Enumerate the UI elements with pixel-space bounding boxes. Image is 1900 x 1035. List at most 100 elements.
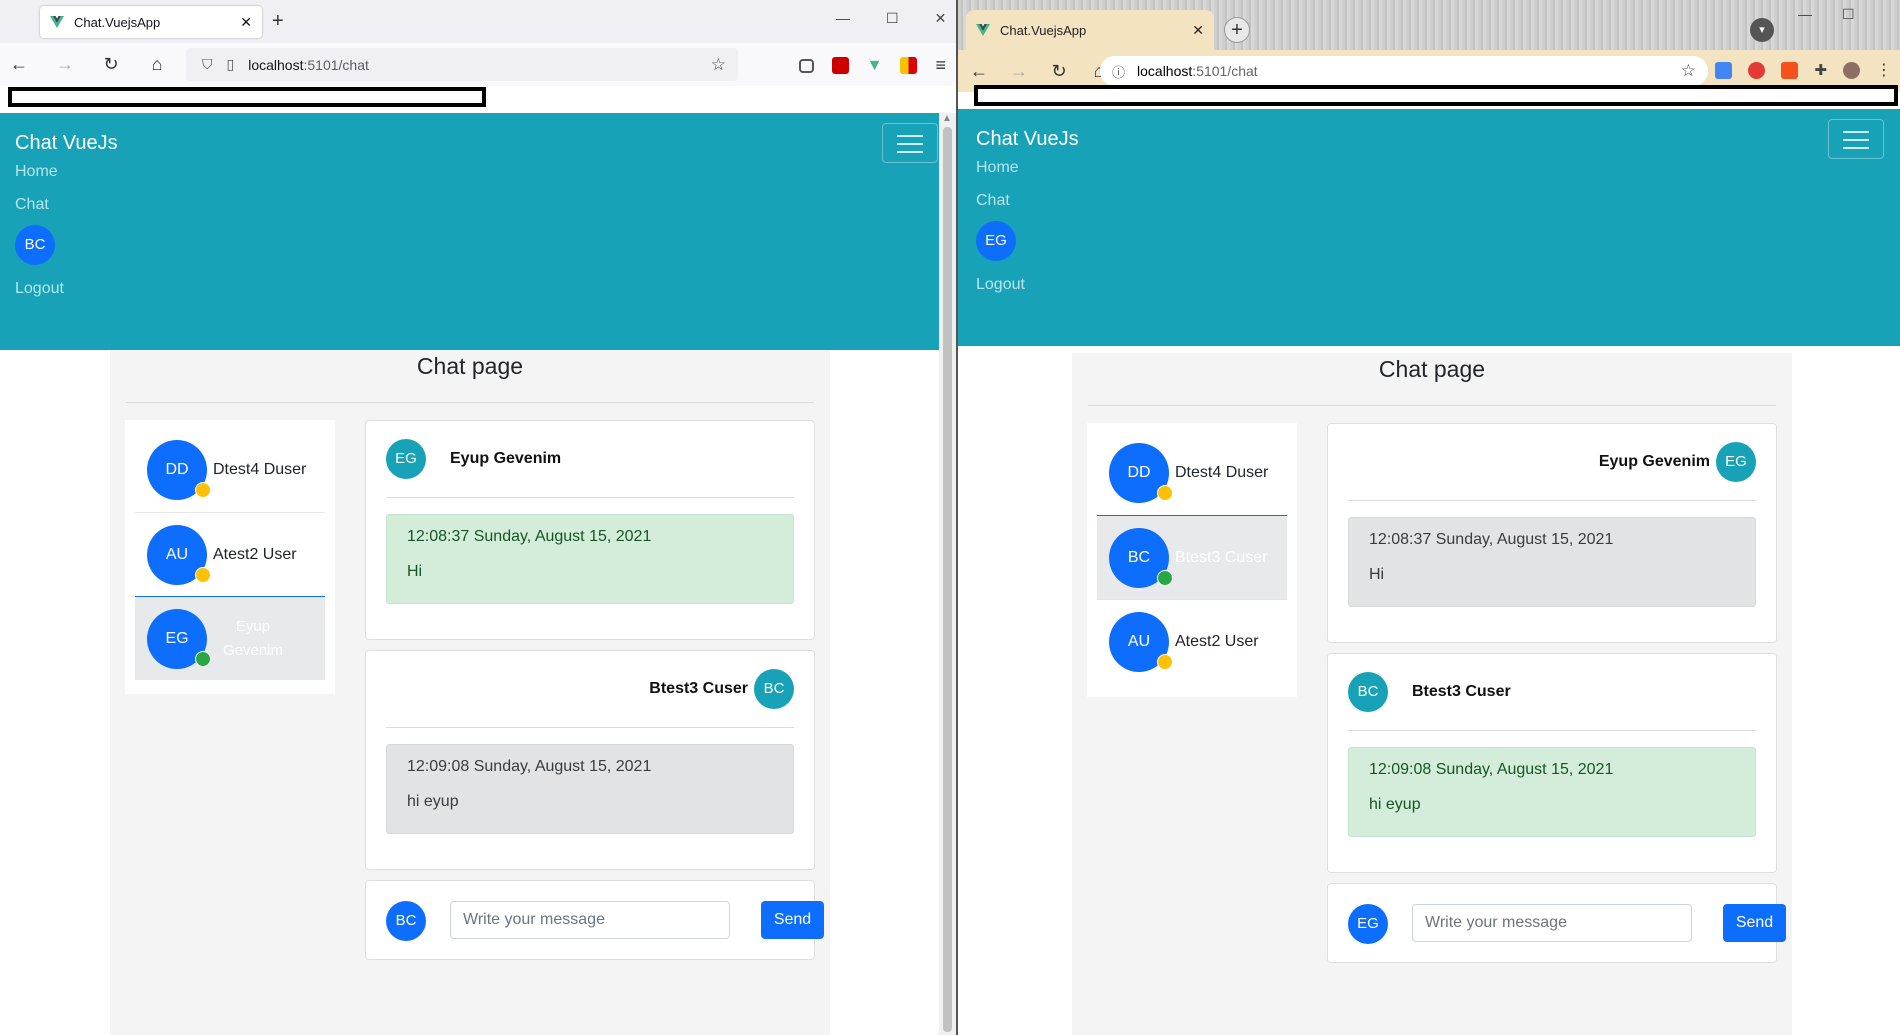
user-item-active[interactable]: BC Btest3 Cuser: [1097, 515, 1287, 599]
message-header: Eyup Gevenim EG: [1348, 442, 1756, 482]
tab-title: Chat.VuejsApp: [1000, 22, 1087, 38]
status-dot: [195, 650, 211, 667]
redaction-bar: [8, 87, 486, 107]
user-name: Atest2 User: [213, 545, 297, 563]
chat-page: Chat page DD Dtest4 Duser AU Atest2 User…: [110, 350, 830, 1035]
menu-icon[interactable]: ≡: [935, 55, 946, 76]
divider: [1348, 730, 1756, 731]
extension-icon[interactable]: [900, 57, 918, 74]
sender-name: Eyup Gevenim: [450, 450, 562, 467]
message-input[interactable]: [1412, 904, 1692, 942]
nav-user-avatar[interactable]: EG: [976, 221, 1016, 261]
compose-box: EG Send: [1327, 883, 1786, 963]
my-avatar: EG: [1348, 904, 1388, 944]
app-navbar: Chat VueJs Home Chat BC Logout: [0, 113, 956, 350]
message-bubble: 12:09:08 Sunday, August 15, 2021 hi eyup: [386, 744, 794, 834]
profile-avatar[interactable]: [1843, 61, 1860, 79]
page-icon: ▯: [226, 56, 235, 72]
reload-icon[interactable]: ↻: [1050, 61, 1068, 82]
browser-tab[interactable]: Chat.VuejsApp ✕: [40, 6, 262, 38]
user-item-active[interactable]: EG Eyup Gevenim: [135, 596, 325, 680]
user-avatar: DD: [1109, 443, 1173, 503]
forward-icon[interactable]: →: [1010, 61, 1028, 82]
shield-icon[interactable]: ⛉: [202, 56, 213, 73]
nav-logout[interactable]: Logout: [976, 276, 1025, 294]
puzzle-icon[interactable]: ✚: [1814, 61, 1827, 79]
url-path: :5101/chat: [303, 56, 369, 73]
user-item[interactable]: AU Atest2 User: [135, 512, 325, 596]
translate-icon[interactable]: [1715, 61, 1733, 79]
message-timestamp: 12:08:37 Sunday, August 15, 2021: [407, 528, 652, 545]
sender-avatar: BC: [754, 669, 794, 709]
user-item[interactable]: AU Atest2 User: [1097, 599, 1287, 683]
bookmark-star-icon[interactable]: ☆: [1681, 61, 1696, 81]
message-input[interactable]: [450, 901, 730, 939]
menu-icon[interactable]: ⋮: [1876, 60, 1892, 80]
bookmark-star-icon[interactable]: ☆: [711, 55, 726, 75]
message-text: Hi: [407, 563, 423, 580]
close-tab-icon[interactable]: ✕: [240, 14, 252, 31]
nav-home[interactable]: Home: [15, 163, 58, 181]
message-timestamp: 12:08:37 Sunday, August 15, 2021: [1369, 531, 1614, 548]
navbar-toggler[interactable]: [1828, 119, 1884, 159]
nav-chat[interactable]: Chat: [15, 196, 49, 214]
pocket-icon[interactable]: [798, 58, 814, 73]
navbar-toggler[interactable]: [882, 123, 938, 163]
tab-search-icon[interactable]: ▾: [1750, 18, 1774, 42]
home-icon[interactable]: ⌂: [148, 54, 166, 75]
desktop: Chat.VuejsApp ✕ + — ☐ ✕ ← → ↻ ⌂ ⛉ ▯ loca…: [0, 0, 1900, 1035]
message-timestamp: 12:09:08 Sunday, August 15, 2021: [407, 758, 652, 775]
message-card: BC Btest3 Cuser 12:09:08 Sunday, August …: [1327, 653, 1777, 873]
tab-bar: Chat.VuejsApp ✕ + — ☐ ✕: [0, 0, 956, 43]
brand[interactable]: Chat VueJs: [15, 132, 118, 155]
close-tab-icon[interactable]: ✕: [1192, 22, 1204, 39]
nav-home[interactable]: Home: [976, 159, 1019, 177]
divider: [1348, 500, 1756, 501]
nav-user-avatar[interactable]: BC: [15, 225, 55, 265]
extension-icon[interactable]: [1781, 61, 1799, 79]
user-name: Dtest4 Duser: [213, 461, 307, 478]
bookmarks-bar: [0, 86, 956, 113]
vue-devtools-icon[interactable]: ▼: [867, 57, 883, 75]
user-avatar: AU: [147, 524, 211, 585]
address-bar[interactable]: ⛉ ▯ localhost:5101/chat ☆: [186, 48, 738, 81]
message-header: EG Eyup Gevenim: [386, 439, 794, 479]
new-tab-icon[interactable]: +: [1224, 17, 1250, 43]
send-button[interactable]: Send: [761, 901, 824, 939]
user-name: Dtest4 Duser: [1175, 464, 1269, 481]
nav-logout[interactable]: Logout: [15, 280, 64, 298]
ublock-icon[interactable]: [831, 57, 849, 74]
sender-name: Eyup Gevenim: [1598, 453, 1710, 470]
maximize-icon[interactable]: ☐: [886, 10, 899, 27]
info-icon[interactable]: ⓘ: [1112, 62, 1125, 81]
scrollbar[interactable]: ▲: [939, 113, 956, 1035]
minimize-icon[interactable]: —: [1798, 6, 1812, 23]
user-name: Btest3 Cuser: [1175, 548, 1268, 566]
adblock-icon[interactable]: [1748, 61, 1766, 79]
status-dot: [1157, 653, 1173, 670]
divider: [386, 727, 794, 728]
user-item[interactable]: DD Dtest4 Duser: [1097, 431, 1287, 515]
divider: [126, 402, 814, 403]
scroll-up-icon[interactable]: ▲: [942, 113, 952, 124]
nav-chat[interactable]: Chat: [976, 192, 1010, 210]
user-item[interactable]: DD Dtest4 Duser: [135, 428, 325, 512]
new-tab-icon[interactable]: +: [272, 10, 284, 33]
reload-icon[interactable]: ↻: [102, 54, 120, 75]
address-bar[interactable]: ⓘ localhost:5101/chat ☆: [1100, 56, 1708, 86]
message-card: Btest3 Cuser BC 12:09:08 Sunday, August …: [365, 650, 815, 870]
minimize-icon[interactable]: —: [836, 10, 850, 27]
brand[interactable]: Chat VueJs: [976, 128, 1079, 151]
url-host: localhost: [1137, 63, 1193, 79]
back-icon[interactable]: ←: [10, 54, 28, 75]
forward-icon[interactable]: →: [56, 54, 74, 75]
user-name: Atest2 User: [1175, 632, 1259, 650]
window-controls: — ☐ ✕: [836, 10, 946, 27]
browser-tab[interactable]: Chat.VuejsApp ✕: [966, 10, 1214, 50]
scrollbar-thumb[interactable]: [943, 127, 952, 1032]
message-text: hi eyup: [1369, 796, 1421, 813]
maximize-icon[interactable]: ☐: [1842, 6, 1855, 23]
back-icon[interactable]: ←: [970, 61, 988, 82]
send-button[interactable]: Send: [1723, 904, 1786, 942]
close-window-icon[interactable]: ✕: [935, 10, 947, 27]
